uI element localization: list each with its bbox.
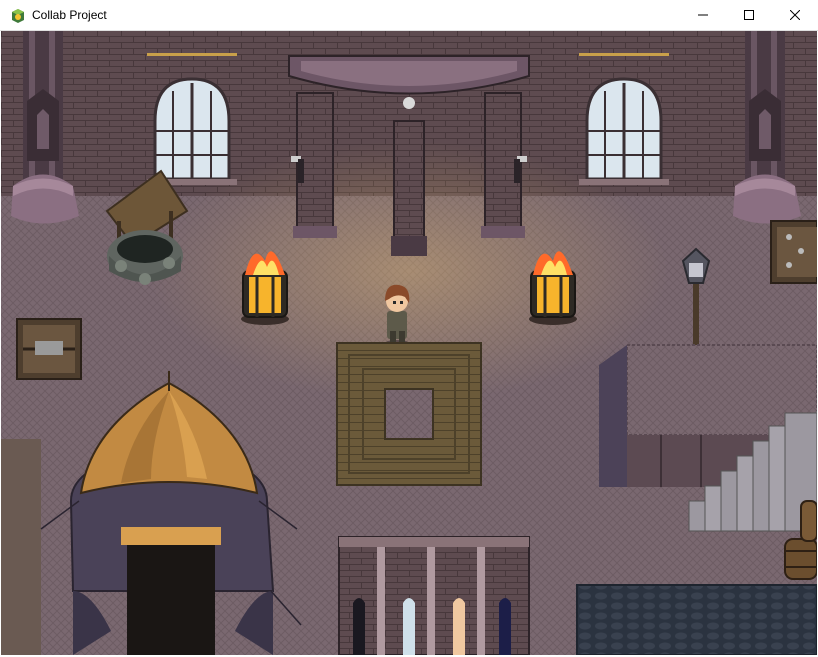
window-title: Collab Project [32, 8, 107, 22]
crate-right[interactable] [770, 220, 817, 284]
minimize-button[interactable] [680, 0, 726, 31]
dirt-patch [1, 439, 41, 655]
archway-gate [338, 536, 530, 655]
cobble-water [576, 584, 817, 655]
player-sprite[interactable] [385, 284, 410, 346]
close-icon [790, 10, 800, 20]
wall-torch-left [298, 159, 304, 183]
rpg-maker-icon [12, 9, 24, 23]
close-button[interactable] [772, 0, 818, 31]
game-window: Collab Project [0, 0, 818, 657]
wall-torch-right [514, 159, 520, 183]
wooden-rug [336, 342, 482, 486]
maximize-button[interactable] [726, 0, 772, 31]
game-canvas[interactable] [1, 31, 817, 655]
crate-left[interactable] [16, 318, 82, 380]
title-bar[interactable]: Collab Project [0, 0, 818, 31]
game-scene [1, 31, 817, 655]
maximize-icon [744, 10, 754, 20]
minimize-icon [698, 14, 708, 16]
